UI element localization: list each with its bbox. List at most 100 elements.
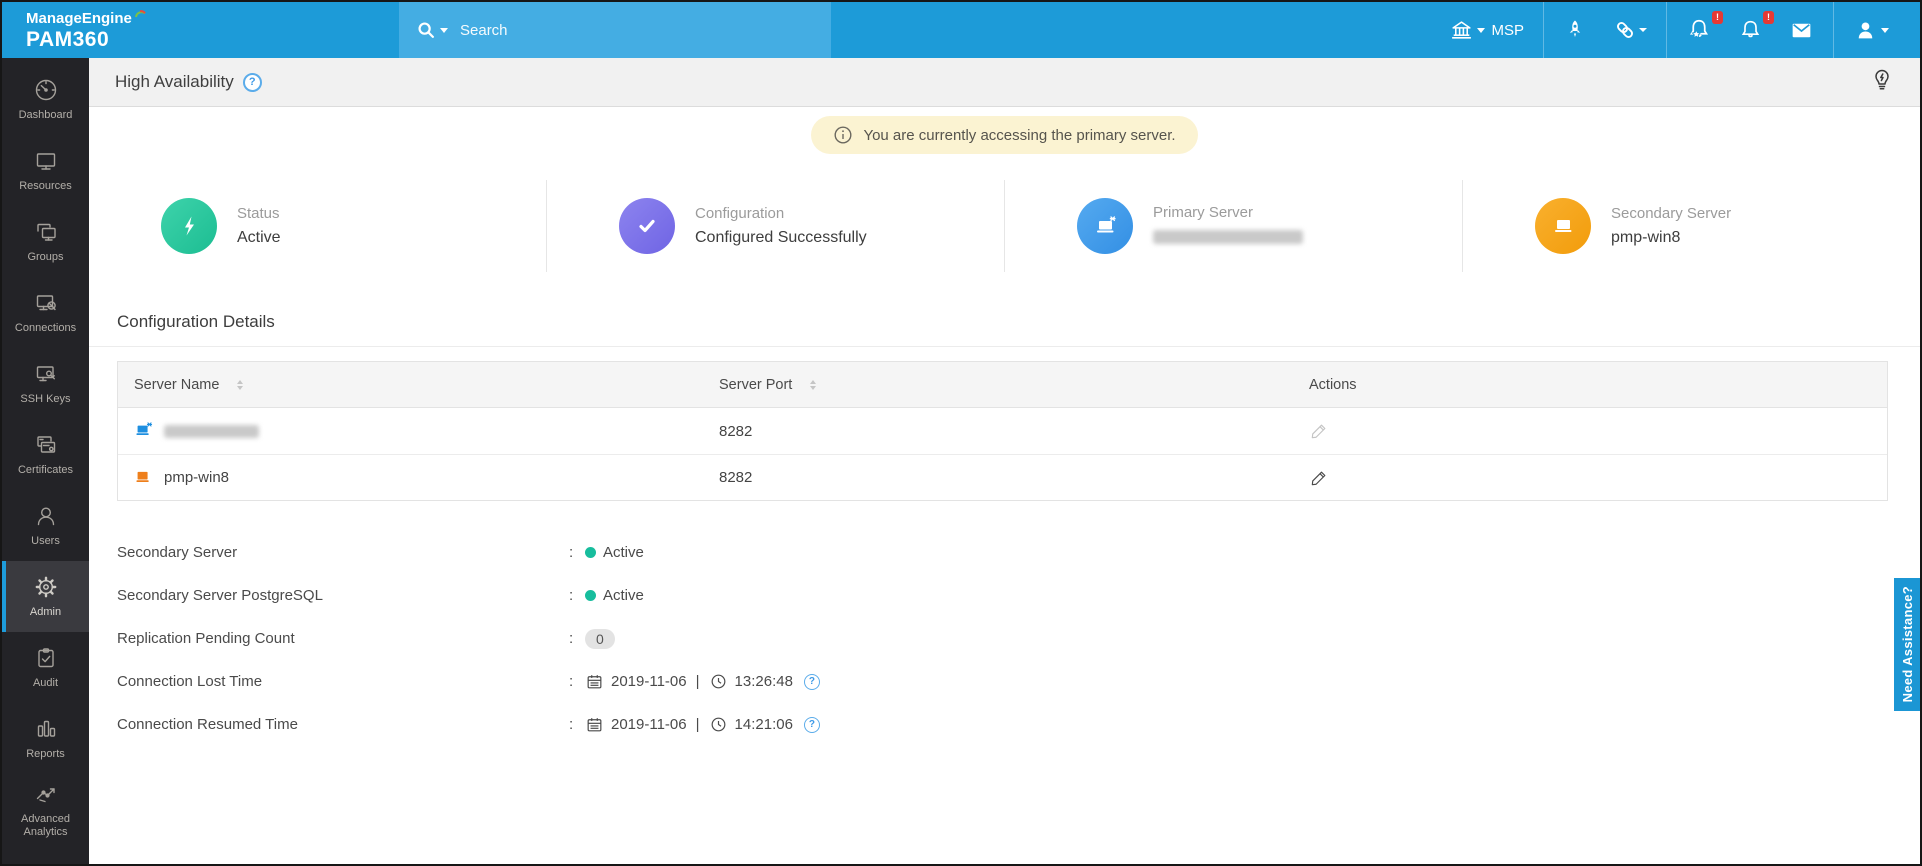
clock-icon <box>711 717 725 732</box>
card-primary-server: Primary Server <box>1004 180 1462 272</box>
sidebar-item-groups[interactable]: Groups <box>2 206 89 277</box>
edit-icon[interactable] <box>1309 468 1329 488</box>
sidebar-item-admin[interactable]: Admin <box>2 561 89 632</box>
dashboard-icon <box>35 79 56 101</box>
help-icon[interactable]: ? <box>803 673 820 690</box>
help-icon[interactable]: ? <box>803 716 820 733</box>
info-banner: You are currently accessing the primary … <box>811 116 1198 154</box>
sort-icon[interactable] <box>810 379 817 390</box>
audit-icon <box>37 648 54 668</box>
sidebar-item-certificates[interactable]: Certificates <box>2 419 89 490</box>
admin-gear-icon <box>35 576 56 598</box>
check-icon <box>619 198 675 254</box>
colon: : <box>569 630 574 647</box>
redacted-server-name <box>164 424 259 438</box>
status-value: Active <box>603 544 644 561</box>
sidebar-item-advanced-analytics[interactable]: Advanced Analytics <box>2 774 89 845</box>
lightbulb-icon[interactable] <box>1870 67 1894 98</box>
sidebar-item-label: Groups <box>27 251 64 264</box>
page-title: High Availability <box>115 72 234 91</box>
ssh-keys-icon <box>36 366 55 382</box>
organization-icon[interactable]: MSP <box>1436 2 1537 58</box>
status-dot <box>585 547 596 558</box>
detail-label: Replication Pending Count <box>117 630 295 647</box>
sidebar-item-label: Reports <box>26 748 65 761</box>
sidebar-item-label: Admin <box>29 606 62 619</box>
detail-row-connection-resumed: Connection Resumed Time : 2019-11-06 | 1… <box>117 703 1892 746</box>
redacted-server-name <box>1153 229 1303 244</box>
card-status: Status Active <box>89 180 546 272</box>
card-value: Configured Successfully <box>695 229 867 246</box>
user-icon[interactable] <box>1840 2 1902 58</box>
sidebar-item-connections[interactable]: Connections <box>2 277 89 348</box>
sort-icon[interactable] <box>237 379 244 390</box>
card-label: Primary Server <box>1153 203 1254 221</box>
card-label: Status <box>237 205 280 222</box>
sidebar-item-users[interactable]: Users <box>2 490 89 561</box>
divider <box>1833 2 1834 58</box>
sidebar-item-reports[interactable]: Reports <box>2 703 89 774</box>
status-cards: Status Active Configuration Configured S… <box>89 180 1920 272</box>
divider <box>1543 2 1544 58</box>
sidebar-item-label: Dashboard <box>18 109 73 122</box>
pipe-separator: | <box>695 716 700 733</box>
status-details: Secondary Server : Active Secondary Serv… <box>117 531 1892 746</box>
calendar-icon <box>587 675 602 689</box>
sidebar-item-label: Certificates <box>17 464 74 477</box>
page-header-bar: High Availability ? <box>89 58 1920 107</box>
search-icon[interactable] <box>415 19 448 41</box>
server-port: 8282 <box>719 422 753 440</box>
date-value: 2019-11-06 <box>611 673 687 690</box>
notification-badge: ! <box>1712 11 1723 24</box>
sidebar-item-ssh-keys[interactable]: SSH Keys <box>2 348 89 419</box>
laptop-primary-icon <box>1077 198 1133 254</box>
divider <box>89 346 1920 347</box>
edit-icon[interactable] <box>1309 421 1329 441</box>
msp-label: MSP <box>1491 21 1524 39</box>
groups-icon <box>36 223 56 241</box>
need-assistance-label: Need Assistance? <box>1899 586 1915 703</box>
logo-swoosh-icon <box>134 9 146 17</box>
alert-star-icon[interactable]: ! <box>1673 2 1725 58</box>
mail-icon[interactable] <box>1776 2 1827 58</box>
search-input[interactable] <box>460 21 780 39</box>
detail-label: Connection Resumed Time <box>117 716 298 733</box>
reports-icon <box>37 720 55 737</box>
config-table: Server Name Server Port Actions 8282 pmp… <box>117 361 1888 501</box>
rocket-icon[interactable] <box>1550 2 1600 58</box>
detail-row-secondary-server: Secondary Server : Active <box>117 531 1892 574</box>
section-title: Configuration Details <box>117 312 275 331</box>
card-label: Secondary Server <box>1611 205 1732 222</box>
detail-row-replication-count: Replication Pending Count : 0 <box>117 617 1892 660</box>
time-value: 14:21:06 <box>734 716 793 733</box>
server-port: 8282 <box>719 469 753 486</box>
sidebar-item-label: Connections <box>14 322 77 335</box>
col-actions: Actions <box>1309 376 1357 393</box>
col-server-name: Server Name <box>134 376 220 393</box>
users-icon <box>37 507 54 526</box>
card-secondary-server: Secondary Server pmp-win8 <box>1462 180 1920 272</box>
card-label: Configuration <box>695 205 785 222</box>
laptop-icon <box>136 471 149 482</box>
col-server-port: Server Port <box>719 376 793 393</box>
need-assistance-tab[interactable]: Need Assistance? <box>1894 578 1920 711</box>
sidebar-item-audit[interactable]: Audit <box>2 632 89 703</box>
detail-label: Secondary Server <box>117 544 238 561</box>
sidebar-item-label: Resources <box>19 180 72 193</box>
card-configuration: Configuration Configured Successfully <box>546 180 1004 272</box>
count-badge: 0 <box>585 628 615 649</box>
calendar-icon <box>587 718 602 732</box>
status-value: Active <box>603 587 644 604</box>
detail-label: Secondary Server PostgreSQL <box>117 587 323 604</box>
colon: : <box>569 716 574 733</box>
sidebar-item-resources[interactable]: Resources <box>2 135 89 206</box>
link-icon[interactable] <box>1600 2 1660 58</box>
lightning-icon <box>161 198 217 254</box>
colon: : <box>569 587 574 604</box>
help-icon[interactable]: ? <box>242 72 262 92</box>
brand-logo[interactable]: ManageEngine PAM360 <box>2 2 399 58</box>
sidebar-item-dashboard[interactable]: Dashboard <box>2 64 89 135</box>
laptop-icon <box>1535 198 1591 254</box>
alert-bell-icon[interactable]: ! <box>1725 2 1776 58</box>
search-bar[interactable] <box>399 2 831 58</box>
